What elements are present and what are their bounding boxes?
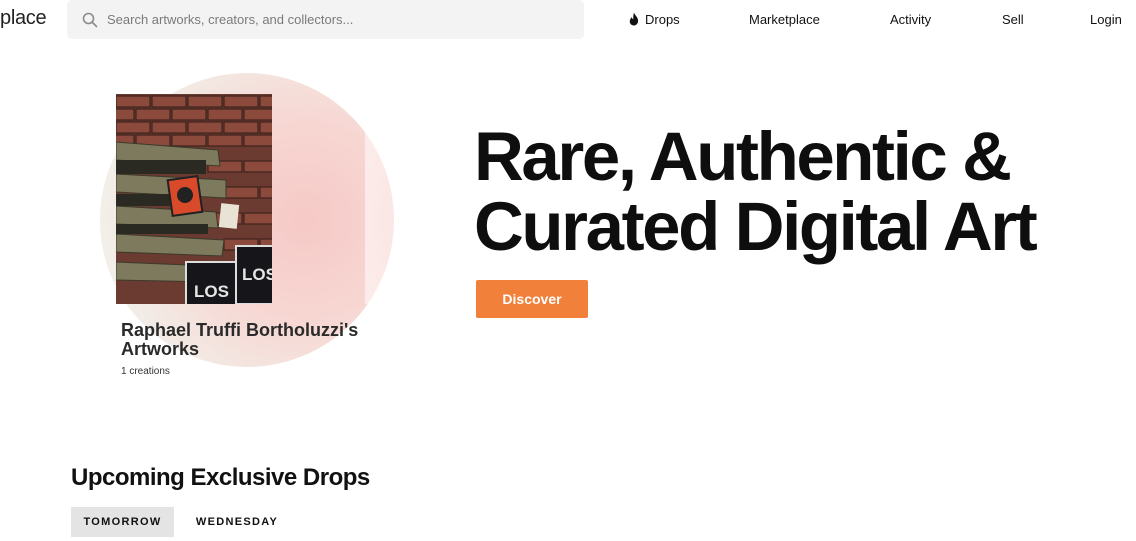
nav-login[interactable]: Login — [1090, 12, 1122, 27]
tab-wednesday[interactable]: WEDNESDAY — [186, 507, 288, 537]
artwork-sign-left: LOS — [194, 282, 229, 301]
creations-count: 1 creations — [121, 366, 170, 377]
hero-headline: Rare, Authentic & Curated Digital Art — [474, 118, 1038, 265]
nav-drops[interactable]: Drops — [628, 12, 680, 27]
artwork-illustration: LOS LOS — [116, 94, 272, 304]
flame-icon — [629, 12, 639, 26]
creator-artworks-title[interactable]: Raphael Truffi Bortholuzzi's Artworks — [121, 321, 401, 359]
nav-sell[interactable]: Sell — [1002, 12, 1024, 27]
nav-marketplace[interactable]: Marketplace — [749, 12, 820, 27]
featured-creator-card[interactable]: LOS LOS Raphael Truffi Bortholuzzi's Art… — [95, 70, 475, 380]
tab-tomorrow[interactable]: TOMORROW — [71, 507, 174, 537]
artwork-image[interactable]: LOS LOS — [116, 94, 272, 304]
secondary-card-ghost — [365, 94, 475, 304]
search-bar[interactable] — [67, 0, 584, 39]
nav-activity[interactable]: Activity — [890, 12, 931, 27]
nav-drops-label: Drops — [645, 12, 680, 27]
search-input[interactable] — [107, 0, 567, 39]
upcoming-drops-title: Upcoming Exclusive Drops — [71, 464, 370, 491]
artwork-sign-right: LOS — [242, 265, 272, 284]
top-navigation: place Drops Marketplace Activity Sell Lo… — [0, 0, 1136, 40]
search-icon — [82, 12, 98, 28]
discover-button[interactable]: Discover — [476, 280, 588, 318]
logo[interactable]: place — [0, 7, 47, 30]
